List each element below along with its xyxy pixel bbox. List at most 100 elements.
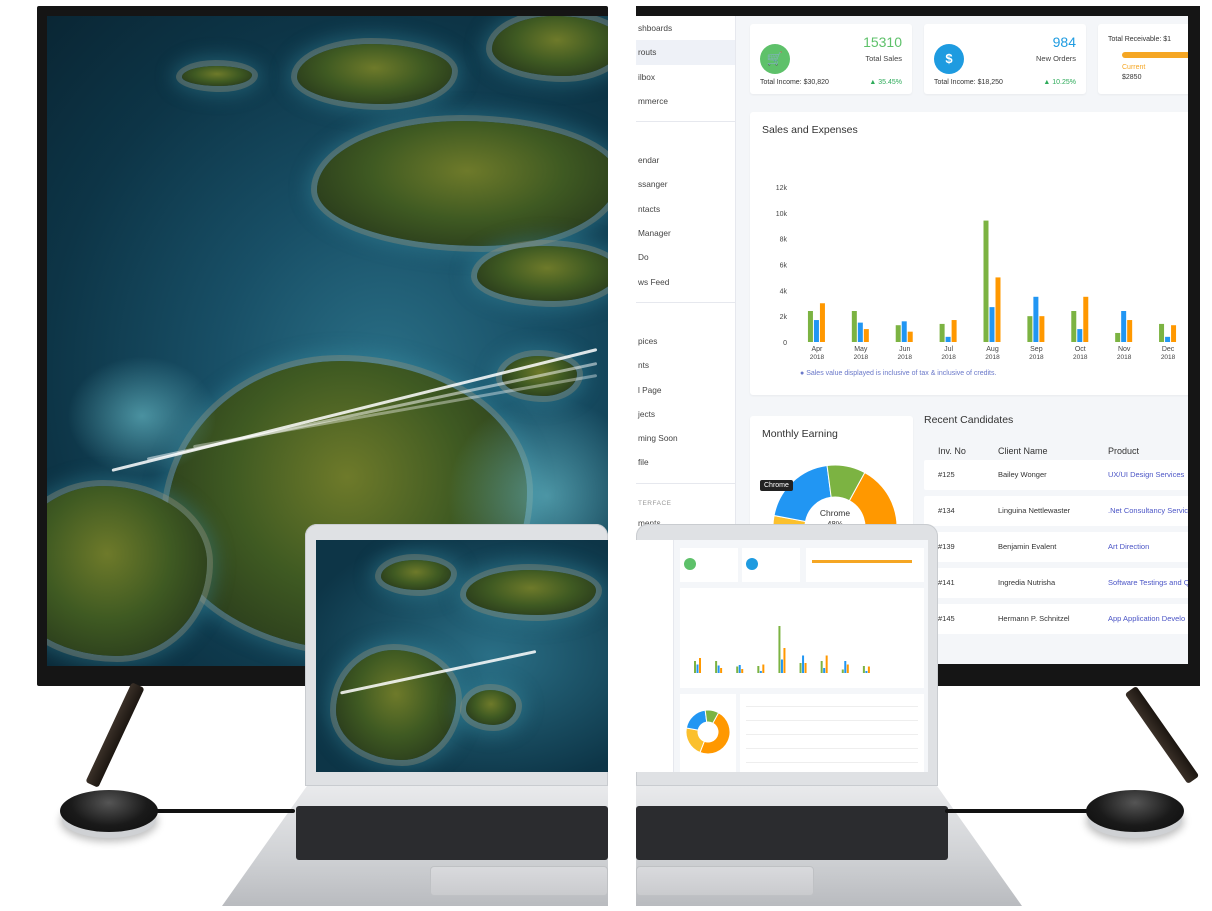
- wireless-transmitter-button: [60, 790, 158, 832]
- mini-bar: [759, 671, 762, 673]
- bar: [1077, 329, 1083, 342]
- table-row[interactable]: #145 Hermann P. Schnitzel App Applicatio…: [924, 604, 1188, 634]
- inv-cell: #145: [938, 614, 955, 623]
- mini-table-line: [746, 720, 918, 721]
- sidebar-item[interactable]: Manager: [636, 221, 735, 245]
- x-tick-label: 2018: [897, 354, 912, 361]
- sidebar-item[interactable]: shboards: [636, 16, 735, 40]
- y-tick-label: 0: [783, 340, 787, 347]
- table-row[interactable]: #141 Ingredia Nutrisha Software Testings…: [924, 568, 1188, 598]
- total-sales-card: 🛒 15310 Total Sales Total Income: $30,82…: [750, 24, 912, 94]
- mini-bar: [865, 671, 868, 673]
- mini-bar: [844, 661, 847, 673]
- x-tick-label: Nov: [1118, 346, 1131, 353]
- product-link[interactable]: UX/UI Design Services: [1108, 470, 1184, 479]
- sidebar-item[interactable]: file: [636, 450, 735, 474]
- mini-bar: [717, 665, 720, 673]
- bar: [1033, 296, 1039, 342]
- sidebar-item[interactable]: endar: [636, 148, 735, 172]
- mini-bar: [762, 664, 765, 673]
- new-orders-card: $ 984 New Orders Total Income: $18,250 ▲…: [924, 24, 1086, 94]
- y-tick-label: 4k: [780, 288, 788, 295]
- mini-card: [742, 548, 800, 582]
- mini-bar: [720, 668, 723, 673]
- sidebar-item[interactable]: Do: [636, 245, 735, 269]
- island: [317, 121, 608, 246]
- mini-card: [806, 548, 924, 582]
- product-link[interactable]: Software Testings and Q: [1108, 578, 1188, 587]
- mini-table-card: [740, 694, 924, 772]
- sidebar-item[interactable]: ntacts: [636, 197, 735, 221]
- mini-bar: [823, 668, 826, 673]
- x-tick-label: May: [854, 346, 868, 353]
- chart-title: Sales and Expenses: [762, 124, 858, 136]
- bar: [901, 321, 907, 342]
- y-tick-label: 12k: [776, 185, 788, 192]
- table-row[interactable]: #125 Bailey Wonger UX/UI Design Services: [924, 460, 1188, 490]
- bar: [895, 325, 901, 342]
- sidebar-item[interactable]: ws Feed: [636, 270, 735, 294]
- total-sales-number: 15310: [863, 34, 902, 50]
- mini-card-icon: [684, 558, 696, 570]
- chart-note: ● Sales value displayed is inclusive of …: [800, 370, 997, 377]
- change-percent: ▲ 10.25%: [1043, 79, 1076, 86]
- bar: [1127, 320, 1133, 342]
- sidebar-item[interactable]: ssanger: [636, 172, 735, 196]
- island: [477, 246, 608, 301]
- mini-table-line: [746, 706, 918, 707]
- new-orders-number: 984: [1052, 34, 1076, 50]
- new-orders-label: New Orders: [1035, 54, 1076, 63]
- sidebar-item[interactable]: pices: [636, 329, 735, 353]
- bar: [1121, 311, 1127, 342]
- sidebar-item[interactable]: mmerce: [636, 89, 735, 113]
- island: [297, 44, 452, 104]
- bar: [1165, 336, 1171, 342]
- right-laptop-keyboard: [636, 806, 948, 860]
- tv-stand-leg: [1124, 685, 1200, 785]
- sidebar-item[interactable]: ming Soon: [636, 426, 735, 450]
- island: [466, 690, 516, 725]
- x-tick-label: 2018: [1029, 354, 1044, 361]
- right-laptop-trackpad: [636, 866, 814, 896]
- sidebar-divider: [636, 121, 735, 123]
- bar: [1083, 296, 1089, 342]
- client-cell: Bailey Wonger: [998, 470, 1047, 479]
- bar: [1039, 316, 1045, 342]
- product-link[interactable]: App Application Develo: [1108, 614, 1185, 623]
- sidebar-item[interactable]: jects: [636, 402, 735, 426]
- x-tick-label: 2018: [941, 354, 956, 361]
- sales-expenses-chart: 02k4k6k8k10k12kApr2018May2018Jun2018Jul2…: [776, 185, 1177, 361]
- bar: [863, 329, 869, 342]
- receivable-card: Total Receivable: $1 Current $2850: [1098, 24, 1188, 94]
- inv-cell: #141: [938, 578, 955, 587]
- x-tick-label: 2018: [985, 354, 1000, 361]
- mini-bar: [696, 664, 699, 673]
- recent-candidates-title: Recent Candidates: [924, 414, 1013, 426]
- mini-bar: [715, 661, 718, 673]
- table-row[interactable]: #139 Benjamin Evalent Art Direction: [924, 532, 1188, 562]
- bar: [995, 277, 1001, 342]
- sidebar-item[interactable]: l Page: [636, 378, 735, 402]
- mini-donut-card: [680, 694, 736, 772]
- sidebar-item[interactable]: ilbox: [636, 65, 735, 89]
- sidebar-item[interactable]: routs: [636, 40, 735, 65]
- y-tick-label: 2k: [780, 314, 788, 321]
- bar: [807, 311, 813, 342]
- usb-cable: [945, 809, 1095, 813]
- mini-bar: [741, 669, 744, 673]
- recent-candidates-heading: Recent Candidates: [924, 414, 1014, 426]
- product-link[interactable]: .Net Consultancy Servic: [1108, 506, 1188, 515]
- current-label: Current: [1122, 64, 1146, 71]
- bar: [813, 320, 819, 342]
- sidebar-item[interactable]: nts: [636, 353, 735, 377]
- product-photo: shboards routs ilbox mmerce endar ssange…: [0, 0, 1212, 911]
- chart-note-text: Sales value displayed is inclusive of ta…: [806, 370, 997, 377]
- bar: [819, 303, 825, 342]
- x-tick-label: 2018: [1073, 354, 1088, 361]
- table-row[interactable]: #134 Linguina Nettlewaster .Net Consulta…: [924, 496, 1188, 526]
- right-laptop-screen-dashboard: [636, 540, 928, 772]
- product-link[interactable]: Art Direction: [1108, 542, 1149, 551]
- y-tick-label: 6k: [780, 263, 788, 270]
- mini-donut: [685, 709, 731, 755]
- tv-stand-leg: [85, 682, 145, 788]
